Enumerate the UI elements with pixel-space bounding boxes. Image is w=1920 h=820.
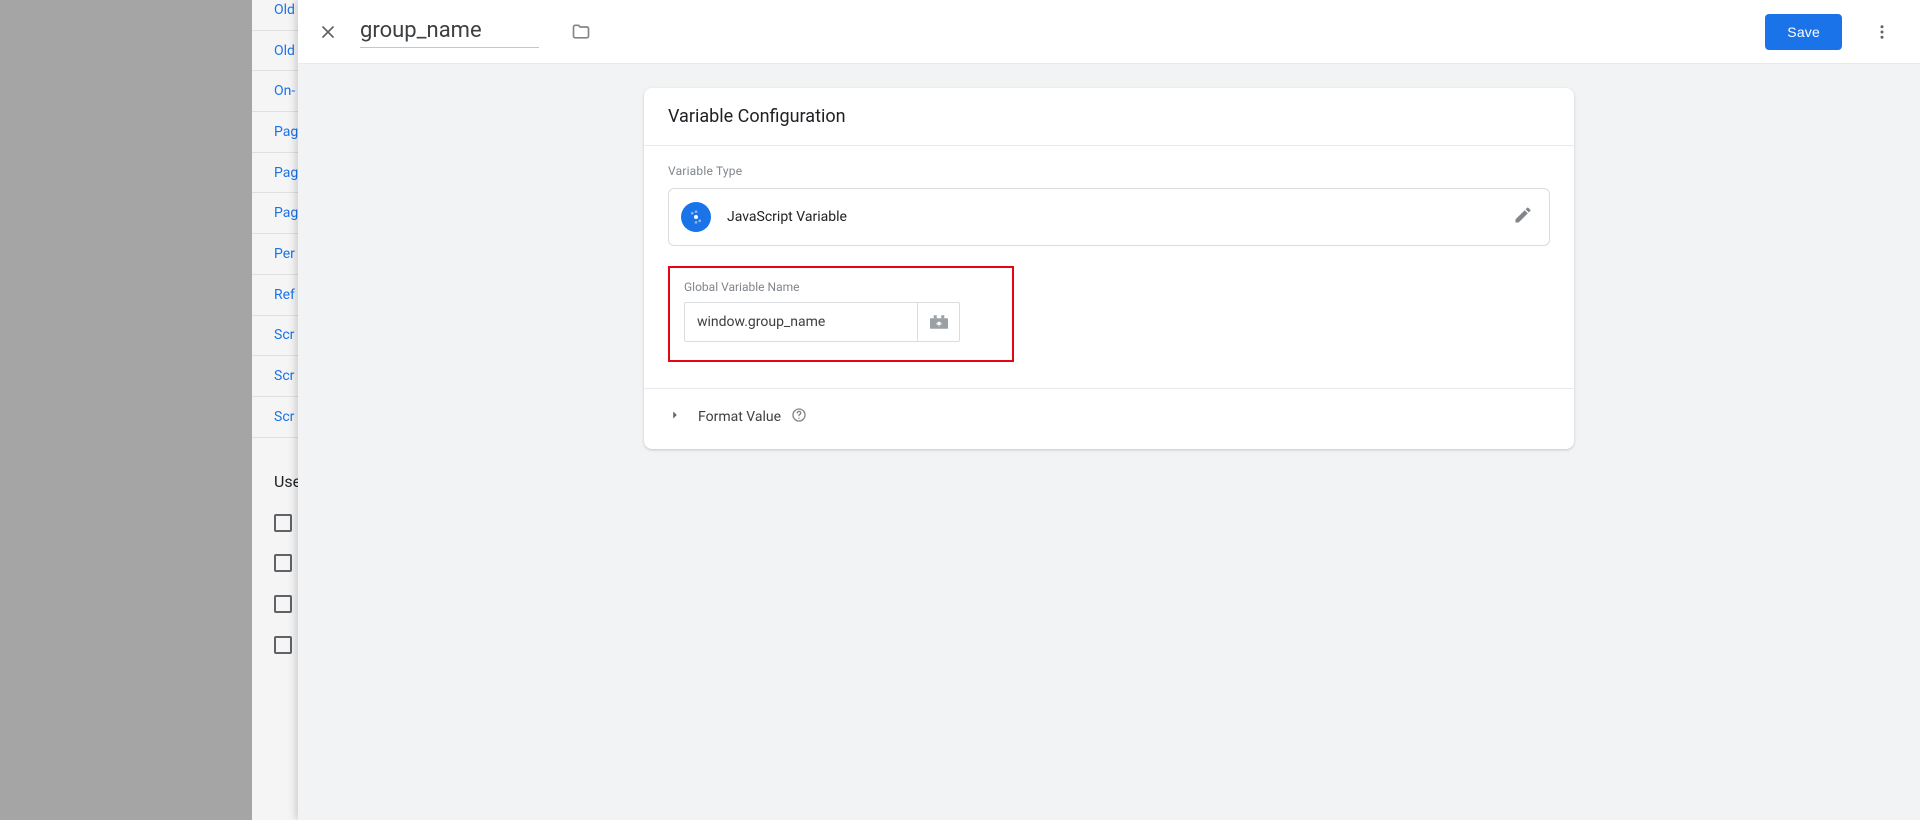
variable-editor-panel: Save Variable Configuration Variable Typ… xyxy=(298,0,1920,820)
global-variable-input[interactable] xyxy=(684,302,918,342)
checkbox-icon xyxy=(274,514,292,532)
checkbox-icon xyxy=(274,595,292,613)
variable-type-label: Variable Type xyxy=(668,164,1550,178)
variable-configuration-card: Variable Configuration Variable Type Jav… xyxy=(644,88,1574,449)
global-variable-input-group xyxy=(684,302,998,342)
card-title: Variable Configuration xyxy=(644,88,1574,145)
checkbox-icon xyxy=(274,636,292,654)
panel-body: Variable Configuration Variable Type Jav… xyxy=(298,64,1920,820)
global-variable-section: Global Variable Name xyxy=(644,266,1574,388)
folder-icon xyxy=(571,22,591,42)
panel-header: Save xyxy=(298,0,1920,64)
save-button[interactable]: Save xyxy=(1765,14,1842,50)
edit-icon xyxy=(1513,205,1533,229)
close-button[interactable] xyxy=(308,12,348,52)
variable-name-input[interactable] xyxy=(360,16,539,48)
help-icon[interactable] xyxy=(791,407,807,427)
variable-type-name: JavaScript Variable xyxy=(727,209,1497,225)
close-icon xyxy=(318,22,338,42)
highlight-annotation: Global Variable Name xyxy=(668,266,1014,362)
format-value-label: Format Value xyxy=(698,409,781,425)
more-menu-button[interactable] xyxy=(1862,12,1902,52)
insert-variable-button[interactable] xyxy=(918,302,960,342)
chevron-right-icon xyxy=(668,408,682,426)
global-variable-label: Global Variable Name xyxy=(684,280,998,294)
javascript-variable-icon xyxy=(681,202,711,232)
brick-icon xyxy=(930,315,948,329)
checkbox-icon xyxy=(274,554,292,572)
variable-type-section: Variable Type JavaScript Variable xyxy=(644,146,1574,272)
folder-button[interactable] xyxy=(561,12,601,52)
variable-type-selector[interactable]: JavaScript Variable xyxy=(668,188,1550,246)
kebab-icon xyxy=(1873,23,1891,41)
format-value-toggle[interactable]: Format Value xyxy=(644,389,1574,449)
